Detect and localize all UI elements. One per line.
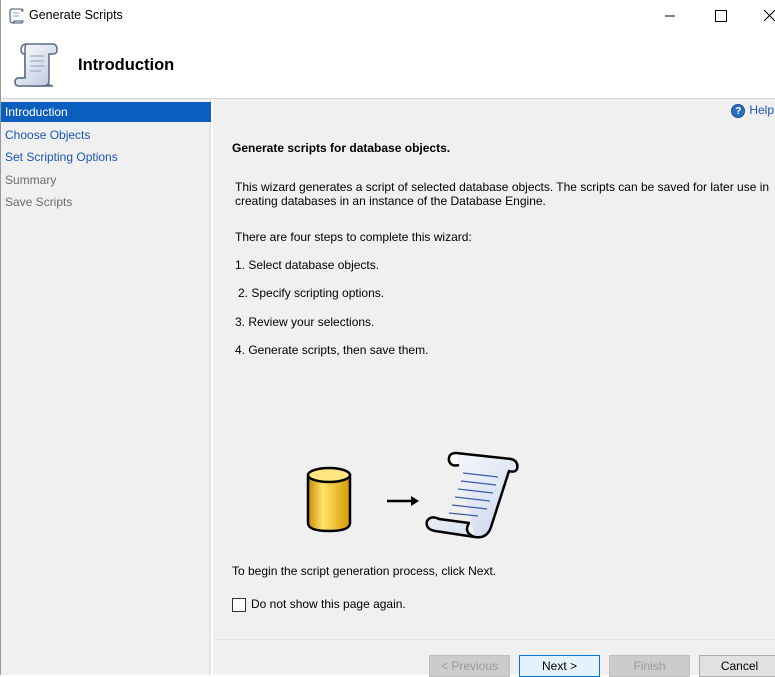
next-button[interactable]: Next >: [519, 655, 600, 677]
help-link[interactable]: ? Help: [731, 102, 774, 118]
script-scroll-icon: [14, 43, 58, 87]
footer-divider: [213, 639, 775, 640]
do-not-show-checkbox-row: Do not show this page again.: [232, 596, 406, 612]
instruction-text: To begin the script generation process, …: [232, 564, 497, 578]
generate-scripts-window: Generate Scripts Introduction Introducti…: [0, 0, 775, 677]
script-scroll-icon: [418, 451, 528, 549]
previous-button[interactable]: < Previous: [429, 655, 510, 677]
title-bar: Generate Scripts: [1, 0, 775, 32]
sidebar-item-choose-objects[interactable]: Choose Objects: [1, 125, 211, 145]
illustration: [306, 451, 528, 549]
sidebar-item-set-scripting-options[interactable]: Set Scripting Options: [1, 147, 211, 167]
arrow-right-icon: [387, 496, 419, 506]
close-button[interactable]: [746, 0, 775, 32]
wizard-header: Introduction: [1, 32, 775, 99]
wizard-content: ? Help Generate scripts for database obje…: [213, 99, 775, 677]
page-heading: Generate scripts for database objects.: [232, 141, 451, 155]
minimize-icon: [665, 15, 675, 17]
maximize-icon: [715, 10, 727, 22]
database-cylinder-icon: [306, 466, 352, 533]
cancel-button[interactable]: Cancel: [699, 655, 775, 677]
step-item: 3. Review your selections.: [235, 315, 375, 329]
close-icon: [763, 9, 775, 22]
sidebar-item-save-scripts: Save Scripts: [5, 195, 73, 209]
steps-intro: There are four steps to complete this wi…: [235, 230, 472, 244]
minimize-button[interactable]: [647, 0, 693, 32]
sidebar-item-summary: Summary: [5, 173, 57, 187]
wizard-sidebar: Introduction Choose Objects Set Scriptin…: [1, 99, 211, 675]
help-icon: ?: [731, 103, 746, 118]
maximize-button[interactable]: [698, 0, 744, 32]
help-label: Help: [749, 103, 774, 117]
step-item: 1. Select database objects.: [235, 258, 380, 272]
sidebar-item-introduction[interactable]: Introduction: [1, 102, 211, 122]
step-item: 2. Specify scripting options.: [238, 286, 385, 300]
window-title: Generate Scripts: [29, 8, 123, 22]
step-item: 4. Generate scripts, then save them.: [235, 343, 429, 357]
checkbox-label[interactable]: Do not show this page again.: [251, 597, 406, 611]
description-text: This wizard generates a script of select…: [235, 180, 770, 208]
scroll-icon: [9, 8, 24, 24]
finish-button[interactable]: Finish: [609, 655, 690, 677]
page-title: Introduction: [78, 56, 175, 74]
do-not-show-checkbox[interactable]: [232, 597, 246, 612]
